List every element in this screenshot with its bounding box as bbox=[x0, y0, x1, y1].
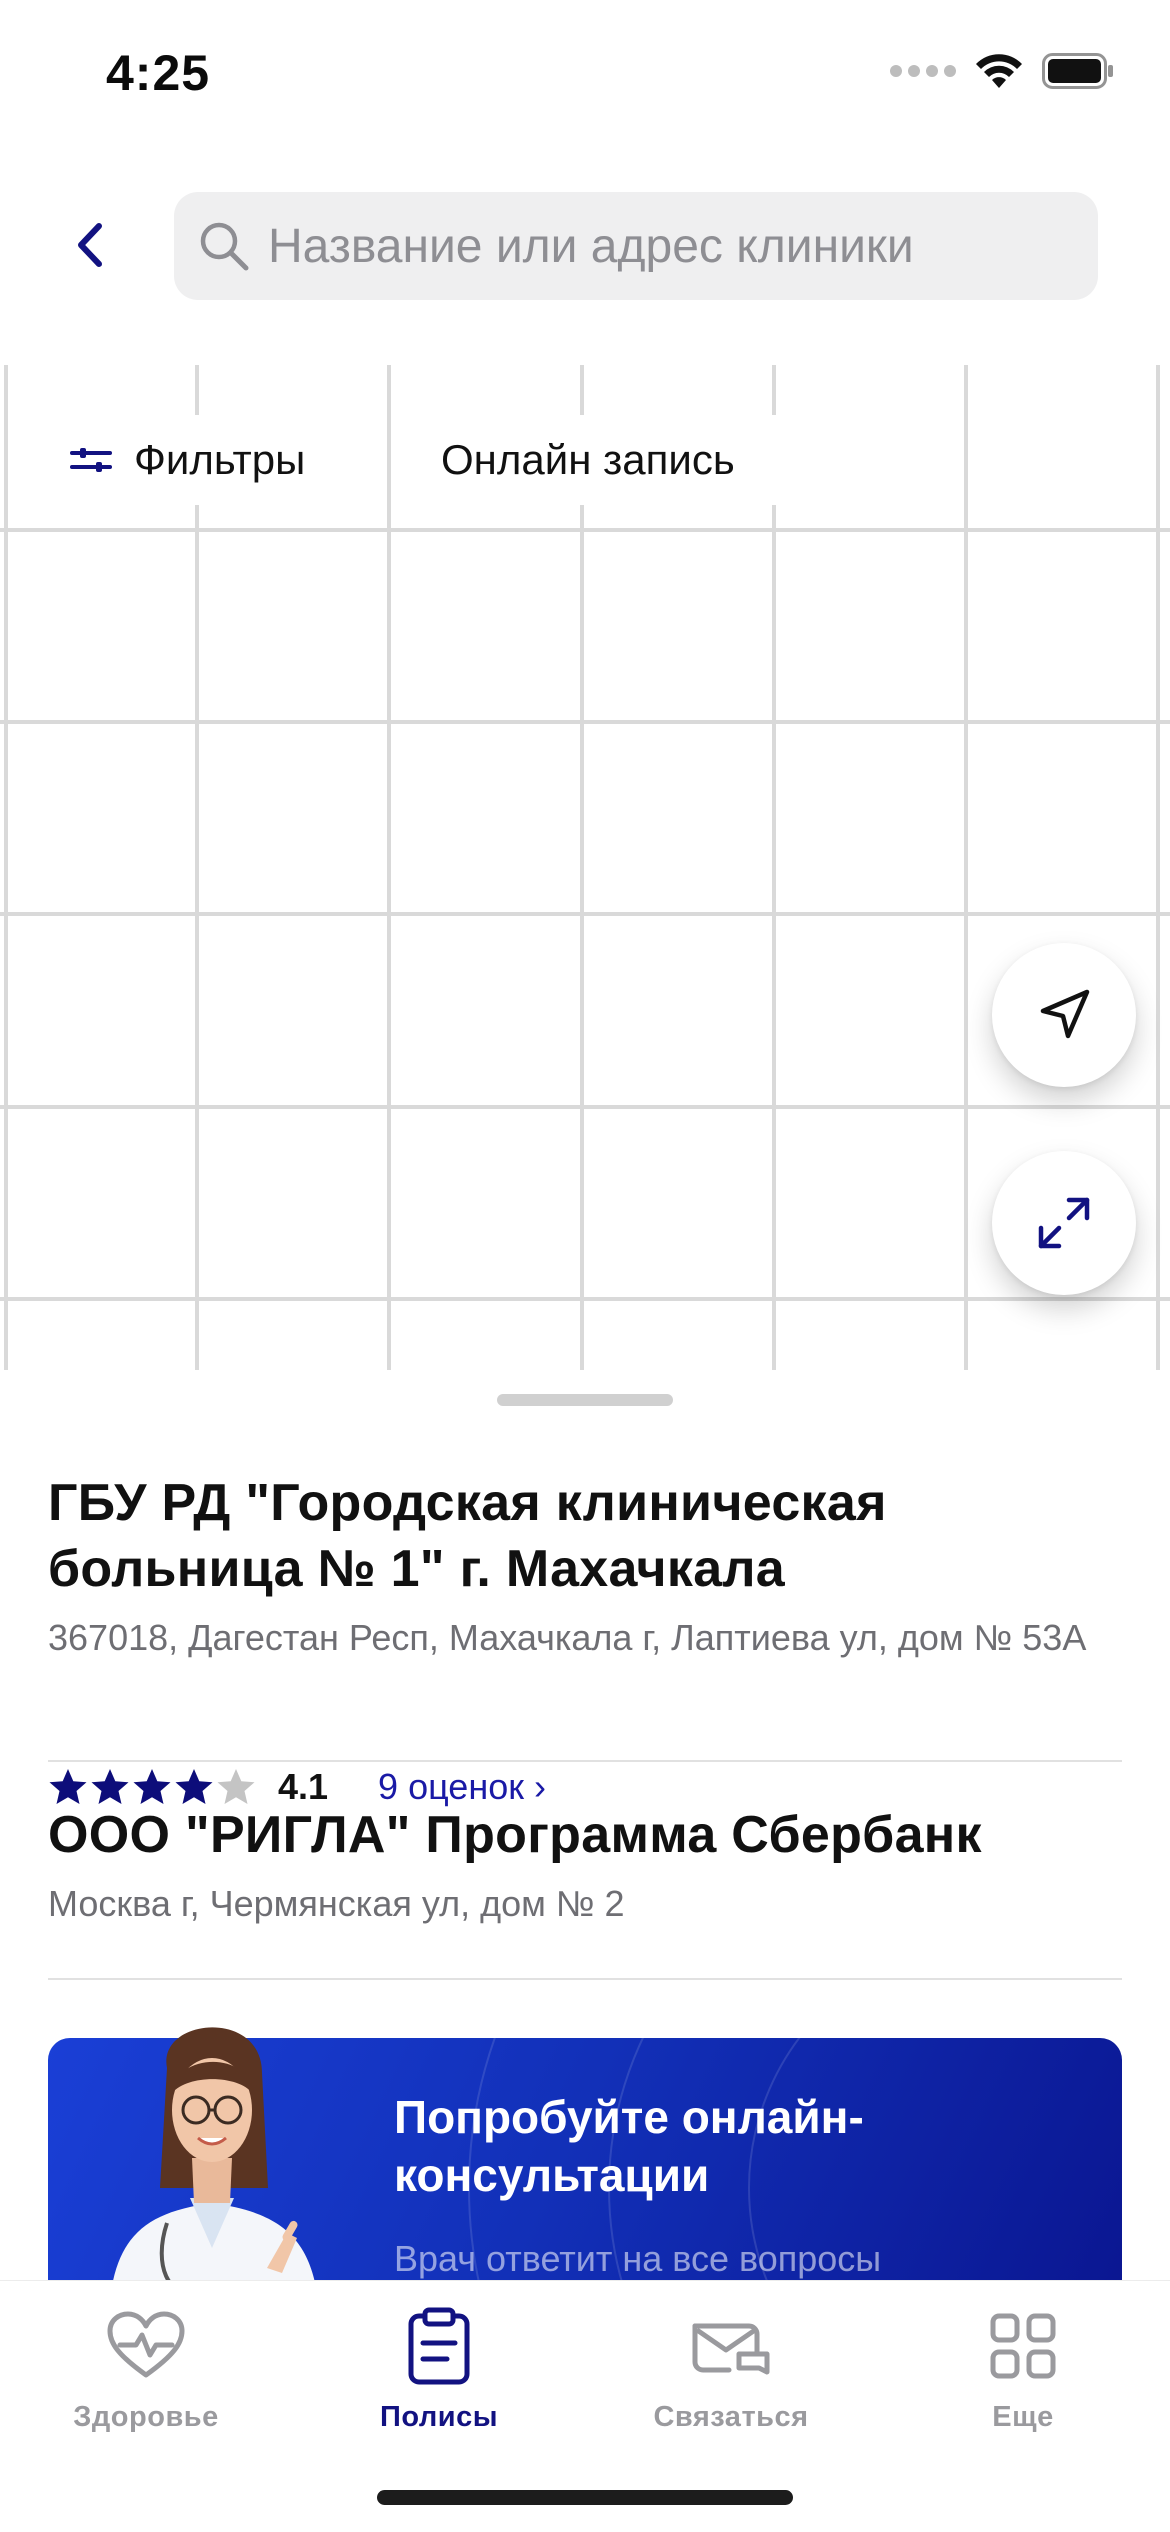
chevron-left-icon bbox=[78, 223, 102, 267]
clinic-name: ГБУ РД "Городская клиническая больница №… bbox=[48, 1474, 887, 1598]
header bbox=[0, 150, 1170, 365]
search-input[interactable] bbox=[268, 218, 1088, 274]
navigation-arrow-icon bbox=[1040, 989, 1090, 1039]
tab-label: Еще bbox=[992, 2401, 1054, 2433]
tab-label: Связаться bbox=[653, 2401, 809, 2433]
tab-more[interactable]: Еще bbox=[898, 2301, 1148, 2434]
heart-pulse-icon bbox=[107, 2311, 185, 2378]
star-icon bbox=[49, 1769, 87, 1804]
back-button[interactable] bbox=[60, 215, 120, 275]
clinic-list-item[interactable]: ГБУ РД "Городская клиническая больница №… bbox=[48, 1470, 1122, 1659]
tab-policies[interactable]: Полисы bbox=[314, 2301, 564, 2434]
search-icon bbox=[200, 222, 249, 271]
sheet-grabber[interactable] bbox=[497, 1394, 673, 1406]
clinic-address: Москва г, Чермянская ул, дом № 2 bbox=[48, 1883, 625, 1924]
tab-contact[interactable]: Связаться bbox=[606, 2301, 856, 2434]
status-bar: 4:25 bbox=[0, 0, 1170, 150]
star-icon bbox=[133, 1769, 171, 1804]
locate-me-button[interactable] bbox=[992, 943, 1136, 1087]
promo-subtitle: Врач ответит на все вопросы bbox=[394, 2238, 882, 2279]
search-field[interactable] bbox=[174, 192, 1098, 300]
tab-label: Здоровье bbox=[73, 2401, 219, 2433]
doctor-illustration bbox=[108, 2027, 320, 2328]
map-view[interactable]: Фильтры Онлайн запись bbox=[0, 365, 1170, 1395]
status-icons bbox=[890, 52, 1114, 90]
promo-title: Попробуйте онлайн-консультации bbox=[394, 2091, 864, 2201]
status-time: 4:25 bbox=[106, 45, 211, 101]
clipboard-icon bbox=[408, 2307, 470, 2385]
star-icon bbox=[217, 1769, 255, 1804]
rating-stars bbox=[48, 1767, 256, 1807]
online-booking-chip[interactable]: Онлайн запись bbox=[405, 415, 785, 505]
divider bbox=[48, 1978, 1122, 1980]
star-icon bbox=[91, 1769, 129, 1804]
clinics-bottom-sheet[interactable]: ГБУ РД "Городская клиническая больница №… bbox=[0, 1370, 1170, 2418]
clinic-address: 367018, Дагестан Респ, Махачкала г, Лапт… bbox=[48, 1617, 1087, 1658]
filters-icon bbox=[70, 448, 112, 472]
tab-health[interactable]: Здоровье bbox=[21, 2301, 271, 2434]
battery-icon bbox=[1042, 53, 1113, 89]
wifi-icon bbox=[976, 54, 1022, 88]
tab-label: Полисы bbox=[380, 2401, 498, 2433]
envelope-chat-icon bbox=[692, 2323, 770, 2375]
cellular-signal-icon bbox=[890, 65, 956, 77]
filter-chip-bar: Фильтры Онлайн запись bbox=[0, 365, 1170, 515]
expand-map-button[interactable] bbox=[992, 1151, 1136, 1295]
filters-chip-label: Фильтры bbox=[134, 436, 306, 483]
expand-arrows-icon bbox=[1038, 1197, 1090, 1249]
grid-icon bbox=[990, 2313, 1056, 2379]
home-indicator bbox=[377, 2490, 793, 2505]
clinic-name: ООО "РИГЛА" Программа Сбербанк bbox=[48, 1806, 982, 1864]
filters-chip[interactable]: Фильтры bbox=[40, 415, 380, 505]
clinic-list-item[interactable]: ООО "РИГЛА" Программа Сбербанк Москва г,… bbox=[48, 1802, 1122, 1925]
star-icon bbox=[175, 1769, 213, 1804]
online-booking-chip-label: Онлайн запись bbox=[441, 436, 735, 483]
